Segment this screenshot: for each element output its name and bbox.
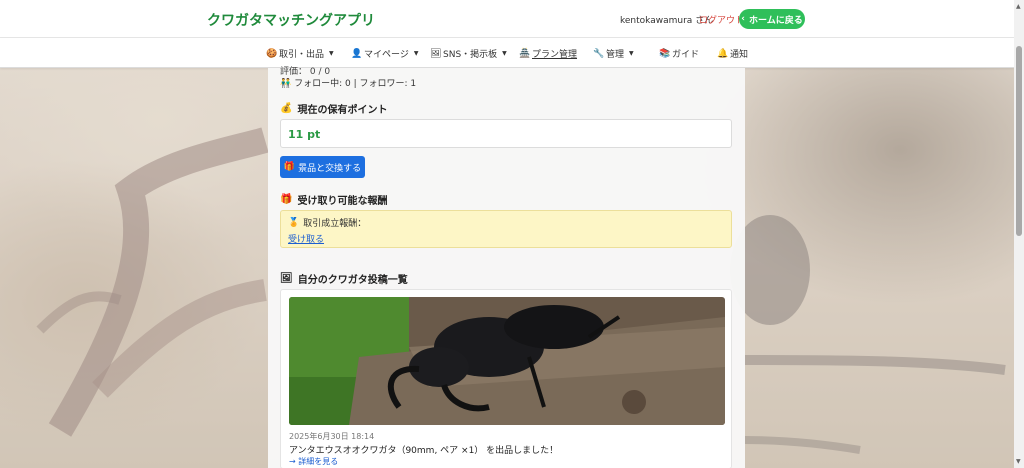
picture-icon: 🖼 — [430, 48, 442, 59]
money-bag-icon: 💰 — [280, 103, 293, 114]
caret-down-icon: ▼ — [629, 50, 634, 57]
rewards-heading-text: 受け取り可能な報酬 — [297, 196, 388, 207]
books-icon: 📚 — [659, 48, 671, 59]
nav-item-label: 通知 — [730, 50, 749, 60]
medal-icon: 🏅 — [288, 217, 300, 228]
nav-item-label: 取引・出品 — [279, 50, 325, 60]
picture-icon: 🖼 — [280, 273, 293, 284]
follow-text: フォロー中: 0 | フォロワー: 1 — [294, 79, 417, 89]
nav-item-mypage[interactable]: 👤 マイページ ▼ — [351, 47, 419, 61]
points-value: 11 pt — [280, 119, 732, 148]
nav-item-sns[interactable]: 🖼 SNS・掲示板 ▼ — [430, 47, 507, 61]
exchange-button-label: 景品と交換する — [298, 163, 362, 174]
main-panel: 評価： 0 / 0 👬 フォロー中: 0 | フォロワー: 1 💰 現在の保有ポ… — [268, 67, 745, 468]
nav-item-label: ガイド — [672, 50, 700, 60]
follow-stats: 👬 フォロー中: 0 | フォロワー: 1 — [280, 76, 416, 89]
post-card[interactable]: 2025年6月30日 18:14 アンタエウスオオクワガタ（90mm, ペア ×… — [280, 289, 732, 468]
home-button[interactable]: ‹ ホームに戻る — [739, 9, 805, 29]
points-heading: 💰 現在の保有ポイント — [280, 101, 387, 116]
wrench-icon: 🔧 — [593, 48, 605, 59]
post-detail-link[interactable]: → 詳細を見る — [289, 456, 338, 467]
logout-link[interactable]: ログアウト — [699, 13, 744, 26]
post-text: アンタエウスオオクワガタ（90mm, ペア ×1） を出品しました！ — [289, 446, 559, 456]
scroll-up-icon[interactable]: ▲ — [1016, 3, 1021, 10]
app-title[interactable]: クワガタマッチングアプリ — [207, 10, 375, 30]
nav-item-admin[interactable]: 🔧 管理 ▼ — [593, 47, 634, 61]
home-button-label: ホームに戻る — [748, 15, 803, 26]
top-header: クワガタマッチングアプリ kentokawamura さん ログアウト ‹ ホー… — [0, 0, 1014, 38]
post-date: 2025年6月30日 18:14 — [289, 432, 375, 441]
nav-item-plan[interactable]: 🏯 プラン管理 — [519, 47, 578, 61]
reward-item: 🏅 取引成立報酬： 受け取る — [280, 210, 732, 248]
main-navbar: 🍪 取引・出品 ▼ 👤 マイページ ▼ 🖼 SNS・掲示板 ▼ 🏯 プラン管理 … — [0, 38, 1014, 68]
nav-item-guide[interactable]: 📚 ガイド — [659, 47, 700, 61]
post-image[interactable] — [289, 297, 725, 425]
claim-reward-link[interactable]: 受け取る — [288, 232, 724, 245]
nav-item-label: マイページ — [364, 50, 409, 60]
caret-down-icon: ▼ — [413, 50, 419, 57]
nav-item-label: SNS・掲示板 — [443, 50, 498, 60]
exchange-button[interactable]: 🎁 景品と交換する — [280, 156, 365, 178]
gift-icon: 🎁 — [280, 194, 293, 205]
bell-icon: 🔔 — [717, 48, 729, 59]
gift-icon: 🎁 — [283, 162, 296, 172]
scroll-down-icon[interactable]: ▼ — [1016, 458, 1021, 465]
cookie-icon: 🍪 — [266, 48, 278, 59]
chevron-left-icon: ‹ — [741, 14, 745, 24]
page-scrollbar[interactable]: ▲ ▼ — [1014, 0, 1024, 468]
user-icon: 👤 — [351, 48, 363, 59]
nav-item-label: プラン管理 — [532, 50, 578, 60]
posts-heading-text: 自分のクワガタ投稿一覧 — [297, 275, 408, 286]
nav-item-notify[interactable]: 🔔 通知 — [717, 47, 749, 61]
points-heading-text: 現在の保有ポイント — [297, 105, 388, 116]
nav-item-label: 管理 — [606, 50, 625, 60]
caret-down-icon: ▼ — [329, 50, 334, 57]
people-icon: 👬 — [280, 79, 292, 89]
nav-item-trade[interactable]: 🍪 取引・出品 ▼ — [266, 47, 334, 61]
caret-down-icon: ▼ — [502, 50, 507, 57]
rewards-heading: 🎁 受け取り可能な報酬 — [280, 192, 387, 207]
castle-icon: 🏯 — [519, 48, 531, 59]
scroll-thumb[interactable] — [1016, 46, 1022, 236]
posts-heading: 🖼 自分のクワガタ投稿一覧 — [280, 271, 408, 286]
reward-label: 取引成立報酬： — [303, 219, 367, 229]
